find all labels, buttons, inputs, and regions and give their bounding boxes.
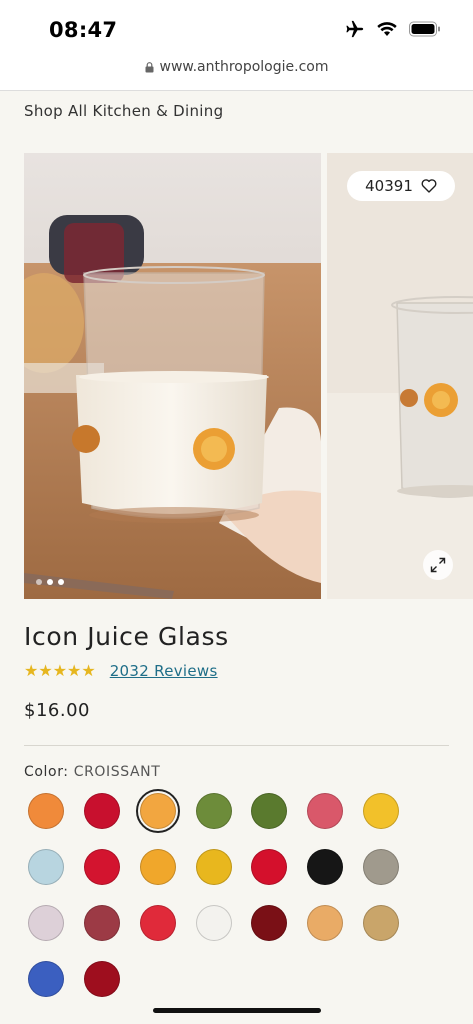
swatch-chili[interactable] <box>192 845 236 889</box>
color-value: CROISSANT <box>73 764 161 780</box>
swatch-cherry-red[interactable] <box>80 845 124 889</box>
swatch-fill <box>84 849 120 885</box>
product-price: $16.00 <box>24 700 90 721</box>
swatch-fill <box>307 849 343 885</box>
swatch-bee[interactable] <box>359 901 403 945</box>
swatch-fill <box>84 905 120 941</box>
color-label: Color: CROISSANT <box>24 764 160 780</box>
swatch-peach[interactable] <box>303 901 347 945</box>
swatch-fill <box>196 849 232 885</box>
address-bar[interactable]: www.anthropologie.com <box>0 56 473 91</box>
product-rating: ★★★★★ 2032 Reviews <box>24 661 218 680</box>
swatch-cobalt[interactable] <box>24 957 68 1001</box>
swatch-orange[interactable] <box>24 789 68 833</box>
swatch-dark-red[interactable] <box>80 957 124 1001</box>
swatch-red[interactable] <box>80 789 124 833</box>
swatch-fill <box>251 793 287 829</box>
swatch-burgundy[interactable] <box>80 901 124 945</box>
wifi-icon <box>377 22 397 36</box>
product-image-main[interactable] <box>24 153 321 599</box>
gallery-dot[interactable] <box>36 579 42 585</box>
swatch-heart[interactable] <box>136 901 180 945</box>
gallery-dots[interactable] <box>36 579 64 585</box>
swatch-fill <box>363 849 399 885</box>
product-gallery[interactable]: 40391 <box>24 153 473 599</box>
swatch-light-blue[interactable] <box>24 845 68 889</box>
wishlist-button[interactable]: 40391 <box>347 171 455 201</box>
swatch-oxblood[interactable] <box>247 901 291 945</box>
swatch-fill <box>28 905 64 941</box>
swatch-croissant[interactable] <box>136 789 180 833</box>
gallery-dot[interactable] <box>58 579 64 585</box>
swatch-fill <box>140 849 176 885</box>
swatch-crimson[interactable] <box>247 845 291 889</box>
breadcrumb-link[interactable]: Shop All Kitchen & Dining <box>24 102 223 120</box>
reviews-link[interactable]: 2032 Reviews <box>110 662 218 680</box>
product-title: Icon Juice Glass <box>24 622 229 651</box>
swatch-fill <box>28 961 64 997</box>
home-indicator[interactable] <box>153 1008 321 1013</box>
product-image-secondary[interactable] <box>327 153 473 599</box>
swatch-lemon[interactable] <box>359 789 403 833</box>
swatch-fill <box>363 793 399 829</box>
swatch-fill <box>140 905 176 941</box>
swatch-avocado[interactable] <box>192 789 236 833</box>
url-text: www.anthropologie.com <box>159 59 329 75</box>
swatch-fill <box>307 793 343 829</box>
battery-icon <box>409 21 440 37</box>
status-bar: 08:47 <box>0 0 473 56</box>
swatch-fill <box>84 793 120 829</box>
star-rating-icon: ★★★★★ <box>24 661 96 680</box>
wishlist-count: 40391 <box>365 177 413 195</box>
swatch-fill <box>140 793 176 829</box>
swatch-fill <box>28 849 64 885</box>
swatch-fill <box>84 961 120 997</box>
swatch-rose[interactable] <box>303 789 347 833</box>
swatch-sand[interactable] <box>359 845 403 889</box>
swatch-lilac[interactable] <box>24 901 68 945</box>
swatch-fill <box>307 905 343 941</box>
swatch-white[interactable] <box>192 901 236 945</box>
expand-icon <box>430 557 446 573</box>
divider <box>24 745 449 746</box>
lock-icon <box>145 61 153 72</box>
expand-image-button[interactable] <box>423 550 453 580</box>
swatch-fill <box>196 905 232 941</box>
swatch-black[interactable] <box>303 845 347 889</box>
color-label-prefix: Color: <box>24 764 69 780</box>
swatch-fill <box>363 905 399 941</box>
heart-icon <box>421 179 437 193</box>
status-icons <box>345 20 441 38</box>
status-time: 08:47 <box>49 18 118 42</box>
swatch-fill <box>28 793 64 829</box>
airplane-icon <box>346 20 364 38</box>
swatch-fill <box>196 793 232 829</box>
swatch-green-pattern[interactable] <box>247 789 291 833</box>
gallery-dot-active[interactable] <box>47 579 53 585</box>
swatch-fill <box>251 849 287 885</box>
swatch-fill <box>251 905 287 941</box>
swatch-hamsa[interactable] <box>136 845 180 889</box>
